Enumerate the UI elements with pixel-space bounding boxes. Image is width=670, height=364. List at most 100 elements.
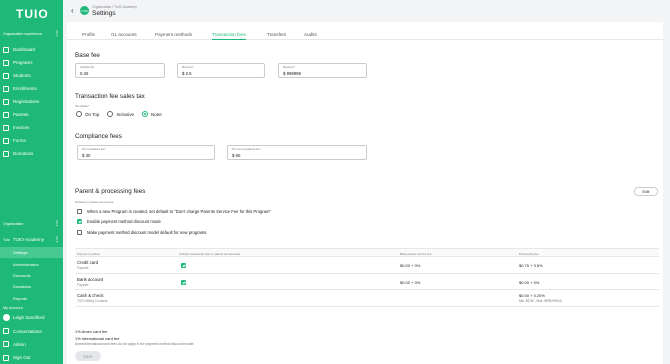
sidebar-item-label: Admin: [13, 341, 26, 347]
sidebar-item-programs[interactable]: Programs: [3, 56, 60, 69]
radio-icon: [107, 111, 114, 117]
sub-item-donations[interactable]: Donations: [0, 281, 63, 292]
field-value: 0.25: [80, 71, 89, 76]
include-fees-checkbox[interactable]: [181, 263, 186, 268]
processing-fee-cell: $0.75 + 3.5%: [519, 263, 543, 268]
radio-none[interactable]: None: [141, 111, 162, 117]
field-label: PCI non-compliance fee*: [232, 148, 261, 151]
tab-payment-methods[interactable]: Payment methods: [155, 32, 192, 40]
processing-fee-cell: $0.00 + 0%: [519, 279, 540, 285]
page-header: ‹ TUIO Organization / TUIO Academy Setti…: [63, 0, 670, 22]
sidebar-item-label: Donations: [13, 151, 34, 156]
tab-gl-accounts[interactable]: GL accounts: [111, 32, 137, 40]
checkbox-row-discount-mode[interactable]: Enable payment method discount mode: [77, 219, 161, 224]
radio-icon: [76, 111, 82, 117]
checkbox-row-discount-default[interactable]: Make payment method discount model defau…: [77, 230, 206, 235]
edit-button[interactable]: Edit: [634, 187, 658, 196]
checkbox-label: Make payment method discount model defau…: [87, 230, 207, 235]
sidebar-item-label: Programs: [13, 60, 33, 65]
radio-on-top[interactable]: On Top: [76, 111, 99, 117]
table-row: Credit card Paysafe $0.00 + 0% $0.75 + 3…: [75, 257, 659, 274]
my-account-label: My Account: [3, 306, 23, 310]
field-value: $ 60: [232, 153, 241, 158]
sidebar-item-profile[interactable]: Leigh Sandiford: [3, 311, 60, 324]
app-logo[interactable]: TUIO: [16, 7, 49, 21]
tab-profile[interactable]: Profile: [82, 32, 95, 40]
dashboard-icon: [3, 46, 9, 53]
field-value: $ 30: [82, 153, 91, 158]
tax-mode-label: Tax Mode*: [75, 104, 90, 108]
sidebar-item-label: Sign Out: [13, 355, 31, 361]
radio-label: None: [150, 111, 162, 117]
sub-item-settings[interactable]: Settings: [0, 247, 63, 259]
breadcrumb[interactable]: Organization / TUIO Academy: [92, 5, 137, 9]
sidebar-item-admin[interactable]: Admin: [3, 338, 60, 351]
more-vertical-icon[interactable]: ⋮: [54, 221, 60, 227]
checkbox-label: Enable payment method discount mode: [87, 219, 161, 224]
checkbox-row-default-no-fee[interactable]: When a new Program is created, set defau…: [77, 209, 271, 214]
sidebar-item-label: Parents: [13, 112, 29, 117]
sidebar-item-label: Registrations: [13, 99, 40, 104]
students-icon: [3, 72, 9, 79]
sidebar-item-sign-out[interactable]: Sign Out: [3, 351, 60, 364]
sidebar: TUIO Organization experience ⋮ Dashboard…: [0, 0, 63, 364]
sub-item-reports[interactable]: Reports: [0, 293, 63, 304]
main-nav: Dashboard Programs Students Enrollments …: [3, 43, 60, 160]
org-switcher[interactable]: Tuio TUIO Academy ⋮: [3, 237, 60, 243]
payment-method-provider: Paysafe: [77, 266, 89, 270]
more-vertical-icon[interactable]: ⋮: [54, 31, 60, 37]
sidebar-item-label: Forms: [13, 138, 26, 143]
sidebar-item-label: Conversations: [13, 328, 42, 334]
column-header: Processing fee: [519, 251, 539, 256]
sidebar-item-conversations[interactable]: Conversations: [3, 324, 60, 337]
programs-icon: [3, 59, 9, 66]
checkbox-icon: [77, 209, 82, 214]
radio-inclusive[interactable]: Inclusive: [107, 111, 134, 117]
sub-item-administrators[interactable]: Administrators: [0, 258, 63, 269]
payment-method-name: Cash & check: [77, 293, 104, 298]
more-vertical-icon[interactable]: ⋮: [54, 237, 60, 243]
sidebar-item-students[interactable]: Students: [3, 69, 60, 82]
table-row: Cash & check TUIO Billing Contacts $0.00…: [75, 290, 659, 307]
payment-method-provider: Paysafe: [77, 282, 89, 287]
sub-item-discounts[interactable]: Discounts: [0, 270, 63, 281]
include-fees-checkbox[interactable]: [181, 279, 186, 285]
sidebar-item-label: Students: [13, 73, 31, 78]
variable-percent-field[interactable]: Variable (%) 0.25: [75, 63, 165, 78]
sidebar-item-forms[interactable]: Forms: [3, 134, 60, 147]
pci-non-compliance-field[interactable]: PCI non-compliance fee* $ 60: [227, 145, 367, 160]
checkbox-label: When a new Program is created, set defau…: [87, 209, 271, 214]
checkbox-checked-icon: [77, 219, 82, 224]
forms-icon: [3, 137, 9, 144]
parent-fees-heading: Parent & processing fees: [75, 188, 146, 195]
org-experience-header: Organization experience ⋮: [3, 31, 60, 37]
international-fee-note: 1% International card fee: [75, 336, 120, 341]
parents-icon: [3, 111, 9, 118]
column-header: Base parent service fee: [400, 251, 432, 256]
org-tag: Tuio: [3, 237, 10, 242]
default-parent-fee-label: Default for parent service fee: [75, 200, 114, 204]
tab-audits[interactable]: Audits: [304, 32, 317, 40]
sidebar-item-enrollments[interactable]: Enrollments: [3, 82, 60, 95]
donations-icon: [3, 150, 9, 157]
field-label: Maximum*: [283, 66, 296, 69]
sidebar-item-invoices[interactable]: Invoices: [3, 121, 60, 134]
sidebar-item-registrations[interactable]: Registrations: [3, 95, 60, 108]
save-button[interactable]: Save: [75, 351, 101, 361]
sidebar-item-parents[interactable]: Parents: [3, 108, 60, 121]
org-avatar: TUIO: [80, 6, 89, 15]
sidebar-item-donations[interactable]: Donations: [3, 147, 60, 160]
amex-fee-note: 1% Amex card fee: [75, 329, 108, 334]
table-row: Bank account Paysafe $0.00 + 0% $0.00 + …: [75, 274, 659, 290]
tab-transaction-fees[interactable]: Transaction fees: [212, 32, 246, 40]
pci-compliance-field[interactable]: PCI compliance fee* $ 30: [77, 145, 215, 160]
org-experience-label: Organization experience: [3, 32, 42, 36]
field-value: $ 999999: [283, 71, 301, 76]
minimum-field[interactable]: Minimum* $ 2.5: [177, 63, 265, 78]
maximum-field[interactable]: Maximum* $ 999999: [278, 63, 367, 78]
back-arrow-icon[interactable]: ‹: [71, 6, 74, 15]
sidebar-item-dashboard[interactable]: Dashboard: [3, 43, 60, 56]
payment-method-name: Bank account: [77, 276, 104, 282]
column-header: Payment method: [77, 251, 100, 256]
tab-transfers[interactable]: Transfers: [267, 32, 286, 40]
